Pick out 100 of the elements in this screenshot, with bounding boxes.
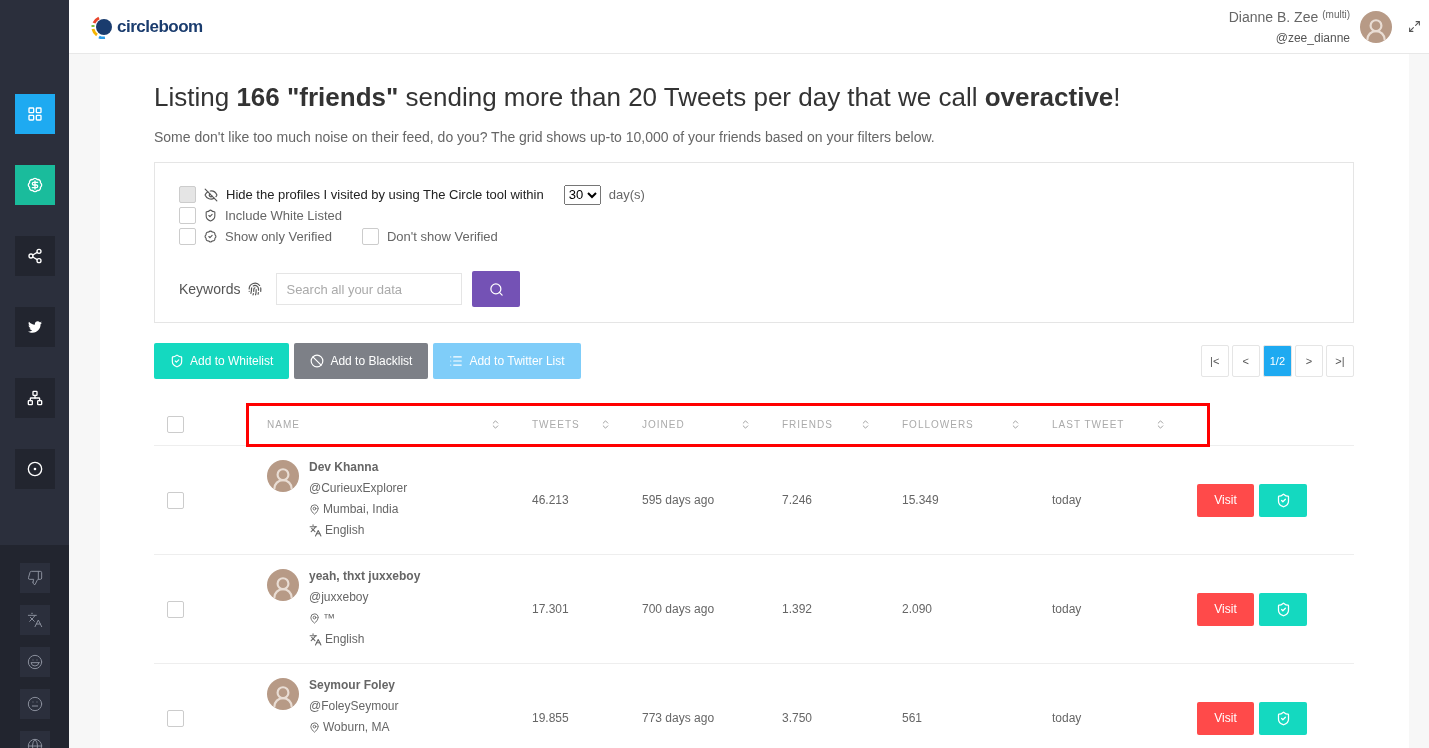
select-all-checkbox[interactable] <box>167 415 184 433</box>
shield-check-icon <box>1275 601 1291 617</box>
table-cell-text: 3.750 <box>781 711 814 725</box>
sidebar-item[interactable] <box>14 94 55 134</box>
list-icon <box>449 354 464 368</box>
network-icon <box>26 390 43 406</box>
ban-icon <box>310 354 325 368</box>
shield-check-icon <box>204 209 217 222</box>
eye-off-icon <box>204 187 218 202</box>
avatar <box>267 569 299 601</box>
days-select[interactable]: 30 <box>563 184 601 205</box>
page-button[interactable]: >| <box>1326 345 1354 377</box>
column-header[interactable]: JOINED <box>629 418 769 430</box>
sidebar-item[interactable] <box>14 236 55 276</box>
search-button[interactable] <box>472 271 521 307</box>
sort-icon <box>1010 418 1021 430</box>
shield-check-icon <box>1275 710 1291 726</box>
sort-icon <box>740 418 751 430</box>
table-cell-text: 595 days ago <box>641 493 716 507</box>
profile-location: ™ <box>323 611 335 625</box>
sidebar-item[interactable] <box>14 165 55 205</box>
language-icon <box>309 632 322 646</box>
sidebar-item[interactable] <box>14 378 55 418</box>
checkbox[interactable] <box>179 228 196 245</box>
page-button[interactable]: > <box>1295 345 1323 377</box>
dollar-badge-icon <box>26 177 43 193</box>
sort-icon <box>860 418 871 430</box>
keywords-label: Keywords <box>179 281 241 297</box>
checkbox[interactable] <box>179 207 196 224</box>
page-title: Listing 166 "friends" sending more than 20 Tweets per day that we call overactive! <box>154 82 1122 113</box>
filter-label: Don't show Verified <box>386 229 498 244</box>
language-icon <box>26 612 43 628</box>
thumbs-down-icon <box>26 570 43 586</box>
row-checkbox[interactable] <box>167 600 184 618</box>
face-icon <box>26 654 43 670</box>
sidebar-tool-item[interactable] <box>19 689 50 719</box>
sidebar-tool-item[interactable] <box>19 647 50 677</box>
expand-icon[interactable] <box>1408 20 1421 33</box>
table-cell-text: 7.246 <box>781 493 814 507</box>
profile-name: Seymour Foley <box>309 678 397 692</box>
action-button[interactable]: Add to Whitelist <box>154 343 290 379</box>
visit-button[interactable]: Visit <box>1197 592 1254 626</box>
logo[interactable]: circleboom <box>91 14 203 39</box>
sort-icon <box>1155 418 1166 430</box>
profile-language: English <box>325 632 365 646</box>
sidebar-item[interactable] <box>14 449 55 489</box>
search-icon <box>488 281 504 297</box>
table-cell-text: 773 days ago <box>641 711 716 725</box>
table-cell-text: today <box>1051 493 1083 507</box>
sidebar-tool-item[interactable] <box>19 605 50 635</box>
neutral-face-icon <box>26 696 43 712</box>
user-avatar[interactable] <box>1360 10 1392 43</box>
row-checkbox[interactable] <box>167 709 184 727</box>
avatar <box>267 678 299 710</box>
profile-name: yeah, thxt juxxeboy <box>309 569 421 583</box>
profile-handle: @FoleySeymour <box>309 699 399 713</box>
sidebar-tool-item[interactable] <box>19 563 50 593</box>
sidebar-item[interactable] <box>14 307 55 347</box>
logo-icon <box>91 14 115 39</box>
profile-location: Mumbai, India <box>323 502 399 516</box>
visit-button[interactable]: Visit <box>1197 701 1254 735</box>
bird-icon <box>27 320 42 334</box>
column-header[interactable]: NAME <box>254 418 519 430</box>
table-cell-text: 2.090 <box>901 602 934 616</box>
target-icon <box>26 461 43 477</box>
table-cell-text: 700 days ago <box>641 602 716 616</box>
action-button[interactable]: Add to Twitter List <box>433 343 581 379</box>
table-cell-text: today <box>1051 602 1083 616</box>
column-header[interactable]: FOLLOWERS <box>889 418 1039 430</box>
unit-label: day(s) <box>608 187 645 202</box>
column-header[interactable]: LAST TWEET <box>1039 418 1184 430</box>
filter-label: Hide the profiles I visited by using The Circle tool within <box>226 187 544 202</box>
table-cell-text: today <box>1051 711 1083 725</box>
grid-icon <box>26 106 43 122</box>
avatar <box>267 460 299 492</box>
shield-check-icon <box>1275 492 1291 508</box>
fingerprint-icon <box>248 282 263 296</box>
column-header[interactable]: FRIENDS <box>769 418 889 430</box>
visit-button[interactable]: Visit <box>1197 483 1254 517</box>
account-type-label: (multi) <box>1322 8 1350 20</box>
column-header[interactable]: TWEETS <box>519 418 629 430</box>
checkbox[interactable] <box>179 186 196 203</box>
shield-check-icon <box>170 354 184 368</box>
language-icon <box>309 523 322 537</box>
page-description: Some don't like too much noise on their feed, do you? The grid shows up-to 10,000 of your friends based on your filters below. <box>154 129 936 145</box>
profile-language: English <box>325 523 365 537</box>
page-button[interactable]: < <box>1231 345 1260 377</box>
page-button[interactable]: 1/2 <box>1262 345 1292 377</box>
row-checkbox[interactable] <box>167 491 184 509</box>
user-name: Dianne B. Zee <box>1228 8 1319 25</box>
action-button[interactable]: Add to Blacklist <box>294 343 429 379</box>
page-button[interactable]: |< <box>1200 345 1229 377</box>
sort-icon <box>600 418 611 430</box>
profile-name: Dev Khanna <box>309 460 380 474</box>
profile-handle: @CurieuxExplorer <box>309 481 408 495</box>
table-cell-text: 1.392 <box>781 602 814 616</box>
search-field[interactable]: Search all your data <box>276 273 463 305</box>
table-cell-text: 19.855 <box>531 711 570 725</box>
checkbox[interactable] <box>361 228 379 245</box>
logo-text: circleboom <box>117 16 203 37</box>
